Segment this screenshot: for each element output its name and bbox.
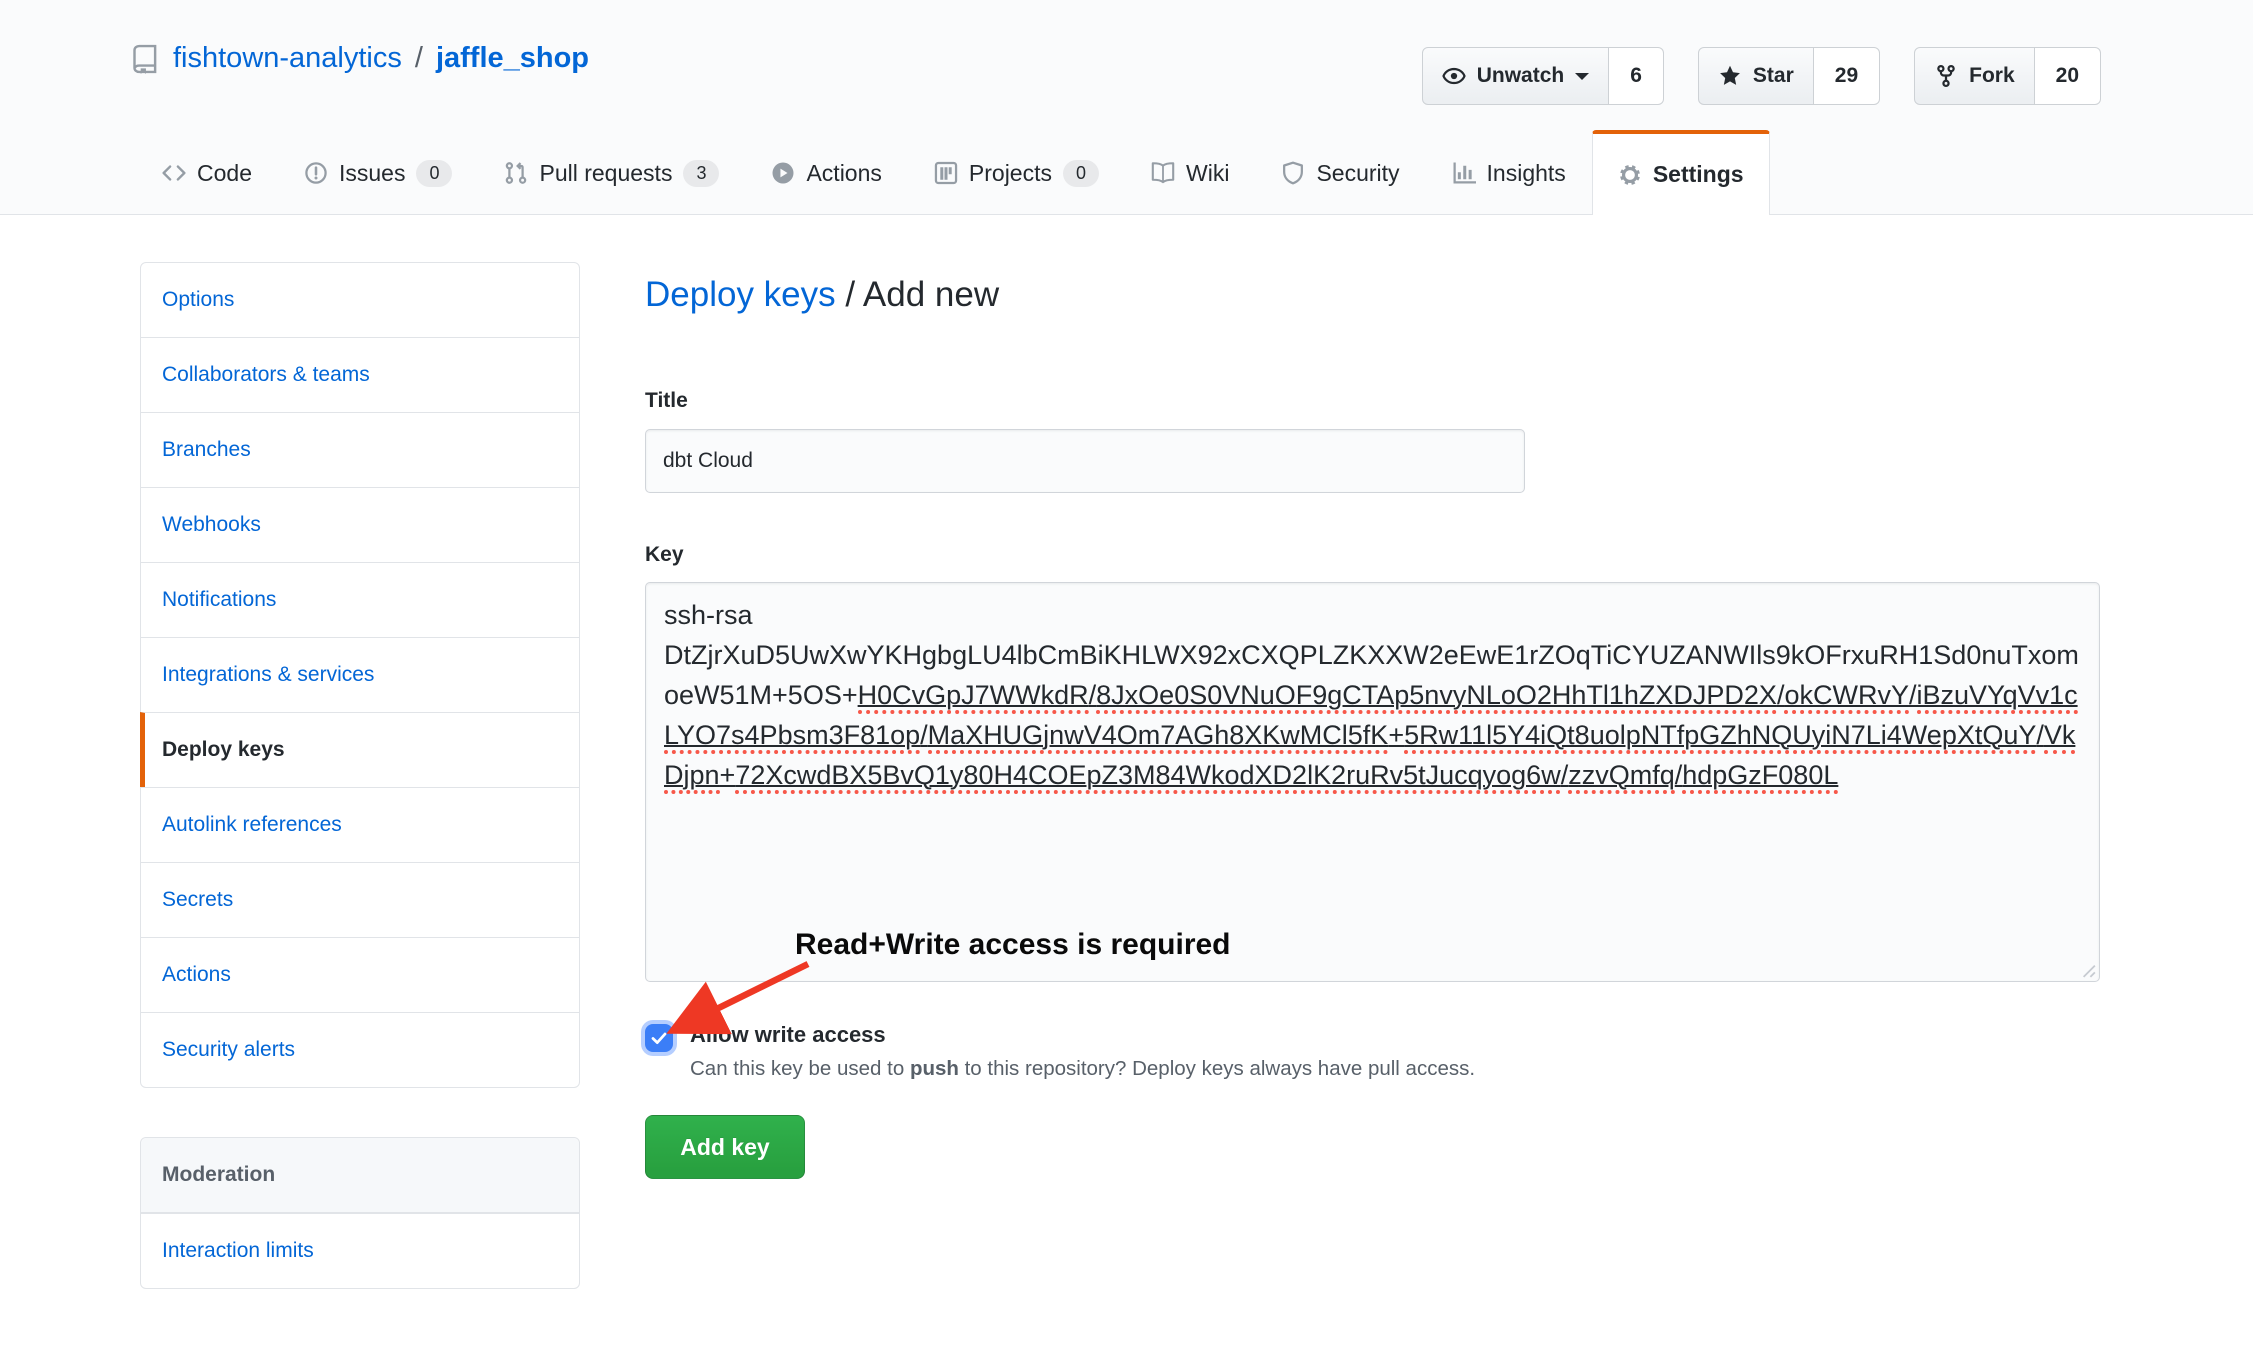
key-marked-text: H0CvGpJ7WWkdR/8JxOe0S0VNuOF9gCTAp5nvyNLo… bbox=[664, 680, 2078, 794]
allow-write-access-row: Allow write access Can this key be used … bbox=[645, 1022, 2100, 1081]
tab-count-badge: 0 bbox=[1063, 160, 1099, 187]
tab-label: Projects bbox=[969, 160, 1052, 187]
sidebar-item-actions[interactable]: Actions bbox=[141, 937, 579, 1012]
graph-icon bbox=[1452, 161, 1476, 185]
star-label: Star bbox=[1753, 64, 1794, 88]
annotation-text: Read+Write access is required bbox=[795, 928, 1231, 962]
tab-label: Actions bbox=[806, 160, 881, 187]
note-suffix: to this repository? Deploy keys always h… bbox=[959, 1057, 1475, 1080]
title-input[interactable] bbox=[645, 429, 1525, 493]
eye-icon bbox=[1442, 64, 1466, 88]
sidebar-item-security-alerts[interactable]: Security alerts bbox=[141, 1012, 579, 1087]
tab-count-badge: 0 bbox=[416, 160, 452, 187]
deploy-keys-breadcrumb-link[interactable]: Deploy keys bbox=[645, 275, 836, 314]
key-textarea[interactable]: ssh-rsa DtZjrXuD5UwXwYKHgbgLU4lbCmBiKHLW… bbox=[645, 582, 2100, 982]
unwatch-button[interactable]: Unwatch bbox=[1422, 47, 1610, 105]
key-label: Key bbox=[645, 543, 2100, 567]
repo-name-link[interactable]: jaffle_shop bbox=[436, 42, 589, 75]
wiki-icon bbox=[1151, 161, 1175, 185]
code-icon bbox=[162, 161, 186, 185]
sidebar-item-options[interactable]: Options bbox=[141, 263, 579, 337]
star-count[interactable]: 29 bbox=[1814, 47, 1880, 105]
tab-code[interactable]: Code bbox=[136, 130, 278, 215]
caret-down-icon bbox=[1575, 73, 1589, 87]
github-repo-settings-page: fishtown-analytics / jaffle_shop Unwatch… bbox=[0, 0, 2253, 1364]
sidebar-item-secrets[interactable]: Secrets bbox=[141, 862, 579, 937]
moderation-heading: Moderation bbox=[141, 1138, 579, 1213]
fork-count[interactable]: 20 bbox=[2035, 47, 2101, 105]
repo-pagehead: fishtown-analytics / jaffle_shop Unwatch… bbox=[0, 0, 2253, 215]
tab-settings[interactable]: Settings bbox=[1592, 130, 1770, 215]
settings-sidebar-menu: OptionsCollaborators & teamsBranchesWebh… bbox=[140, 262, 580, 1088]
sidebar-item-collaborators-teams[interactable]: Collaborators & teams bbox=[141, 337, 579, 412]
sidebar-item-autolink-references[interactable]: Autolink references bbox=[141, 787, 579, 862]
main-content: Deploy keys / Add new Title Key ssh-rsa … bbox=[645, 215, 2100, 1179]
tab-count-badge: 3 bbox=[683, 160, 719, 187]
repo-social-actions: Unwatch 6 Star 29 Fork 20 bbox=[1422, 47, 2101, 105]
repo-breadcrumb: fishtown-analytics / jaffle_shop bbox=[130, 42, 589, 75]
key-text: ssh-rsa DtZjrXuD5UwXwYKHgbgLU4lbCmBiKHLW… bbox=[664, 600, 2079, 794]
tab-security[interactable]: Security bbox=[1255, 130, 1425, 215]
tab-issues[interactable]: Issues 0 bbox=[278, 130, 479, 215]
tab-label: Issues bbox=[339, 160, 405, 187]
allow-write-access-note: Can this key be used to push to this rep… bbox=[690, 1057, 1475, 1081]
project-icon bbox=[934, 161, 958, 185]
tab-label: Pull requests bbox=[539, 160, 672, 187]
tab-label: Settings bbox=[1653, 161, 1744, 188]
breadcrumb-current: Add new bbox=[863, 275, 999, 314]
unwatch-count[interactable]: 6 bbox=[1609, 47, 1664, 105]
annotation-arrow-icon bbox=[630, 948, 840, 1058]
unwatch-label: Unwatch bbox=[1477, 64, 1565, 88]
issue-icon bbox=[304, 161, 328, 185]
sidebar-item-branches[interactable]: Branches bbox=[141, 412, 579, 487]
shield-icon bbox=[1281, 161, 1305, 185]
repo-owner-link[interactable]: fishtown-analytics bbox=[173, 42, 402, 75]
sidebar-item-deploy-keys[interactable]: Deploy keys bbox=[140, 712, 579, 787]
note-bold: push bbox=[910, 1057, 959, 1080]
tab-projects[interactable]: Projects 0 bbox=[908, 130, 1125, 215]
pull-request-icon bbox=[504, 161, 528, 185]
tab-wiki[interactable]: Wiki bbox=[1125, 130, 1255, 215]
tab-label: Wiki bbox=[1186, 160, 1229, 187]
resize-grip-icon[interactable] bbox=[2078, 960, 2096, 978]
fork-label: Fork bbox=[1969, 64, 2015, 88]
tab-actions[interactable]: Actions bbox=[745, 130, 907, 215]
add-key-button[interactable]: Add key bbox=[645, 1115, 805, 1179]
page-title: Deploy keys / Add new bbox=[645, 275, 2100, 315]
sidebar-item-interaction-limits[interactable]: Interaction limits bbox=[141, 1213, 579, 1288]
fork-button-group: Fork 20 bbox=[1914, 47, 2101, 105]
tab-insights[interactable]: Insights bbox=[1426, 130, 1592, 215]
sidebar-item-webhooks[interactable]: Webhooks bbox=[141, 487, 579, 562]
tab-label: Security bbox=[1316, 160, 1399, 187]
tab-label: Insights bbox=[1487, 160, 1566, 187]
repo-nav-tabs: Code Issues 0 Pull requests 3 Actions Projects… bbox=[136, 130, 1770, 215]
breadcrumb-separator: / bbox=[836, 275, 863, 314]
star-icon bbox=[1718, 64, 1742, 88]
play-icon bbox=[771, 161, 795, 185]
tab-label: Code bbox=[197, 160, 252, 187]
tab-pull-requests[interactable]: Pull requests 3 bbox=[478, 130, 745, 215]
unwatch-button-group: Unwatch 6 bbox=[1422, 47, 1664, 105]
fork-icon bbox=[1934, 64, 1958, 88]
note-prefix: Can this key be used to bbox=[690, 1057, 910, 1080]
gear-icon bbox=[1618, 163, 1642, 187]
star-button-group: Star 29 bbox=[1698, 47, 1880, 105]
star-button[interactable]: Star bbox=[1698, 47, 1814, 105]
repo-icon bbox=[130, 44, 160, 74]
title-label: Title bbox=[645, 389, 2100, 413]
sidebar-item-notifications[interactable]: Notifications bbox=[141, 562, 579, 637]
repo-separator: / bbox=[415, 42, 423, 75]
moderation-sidebar-menu: Moderation Interaction limits bbox=[140, 1137, 580, 1289]
fork-button[interactable]: Fork bbox=[1914, 47, 2035, 105]
sidebar-item-integrations-services[interactable]: Integrations & services bbox=[141, 637, 579, 712]
